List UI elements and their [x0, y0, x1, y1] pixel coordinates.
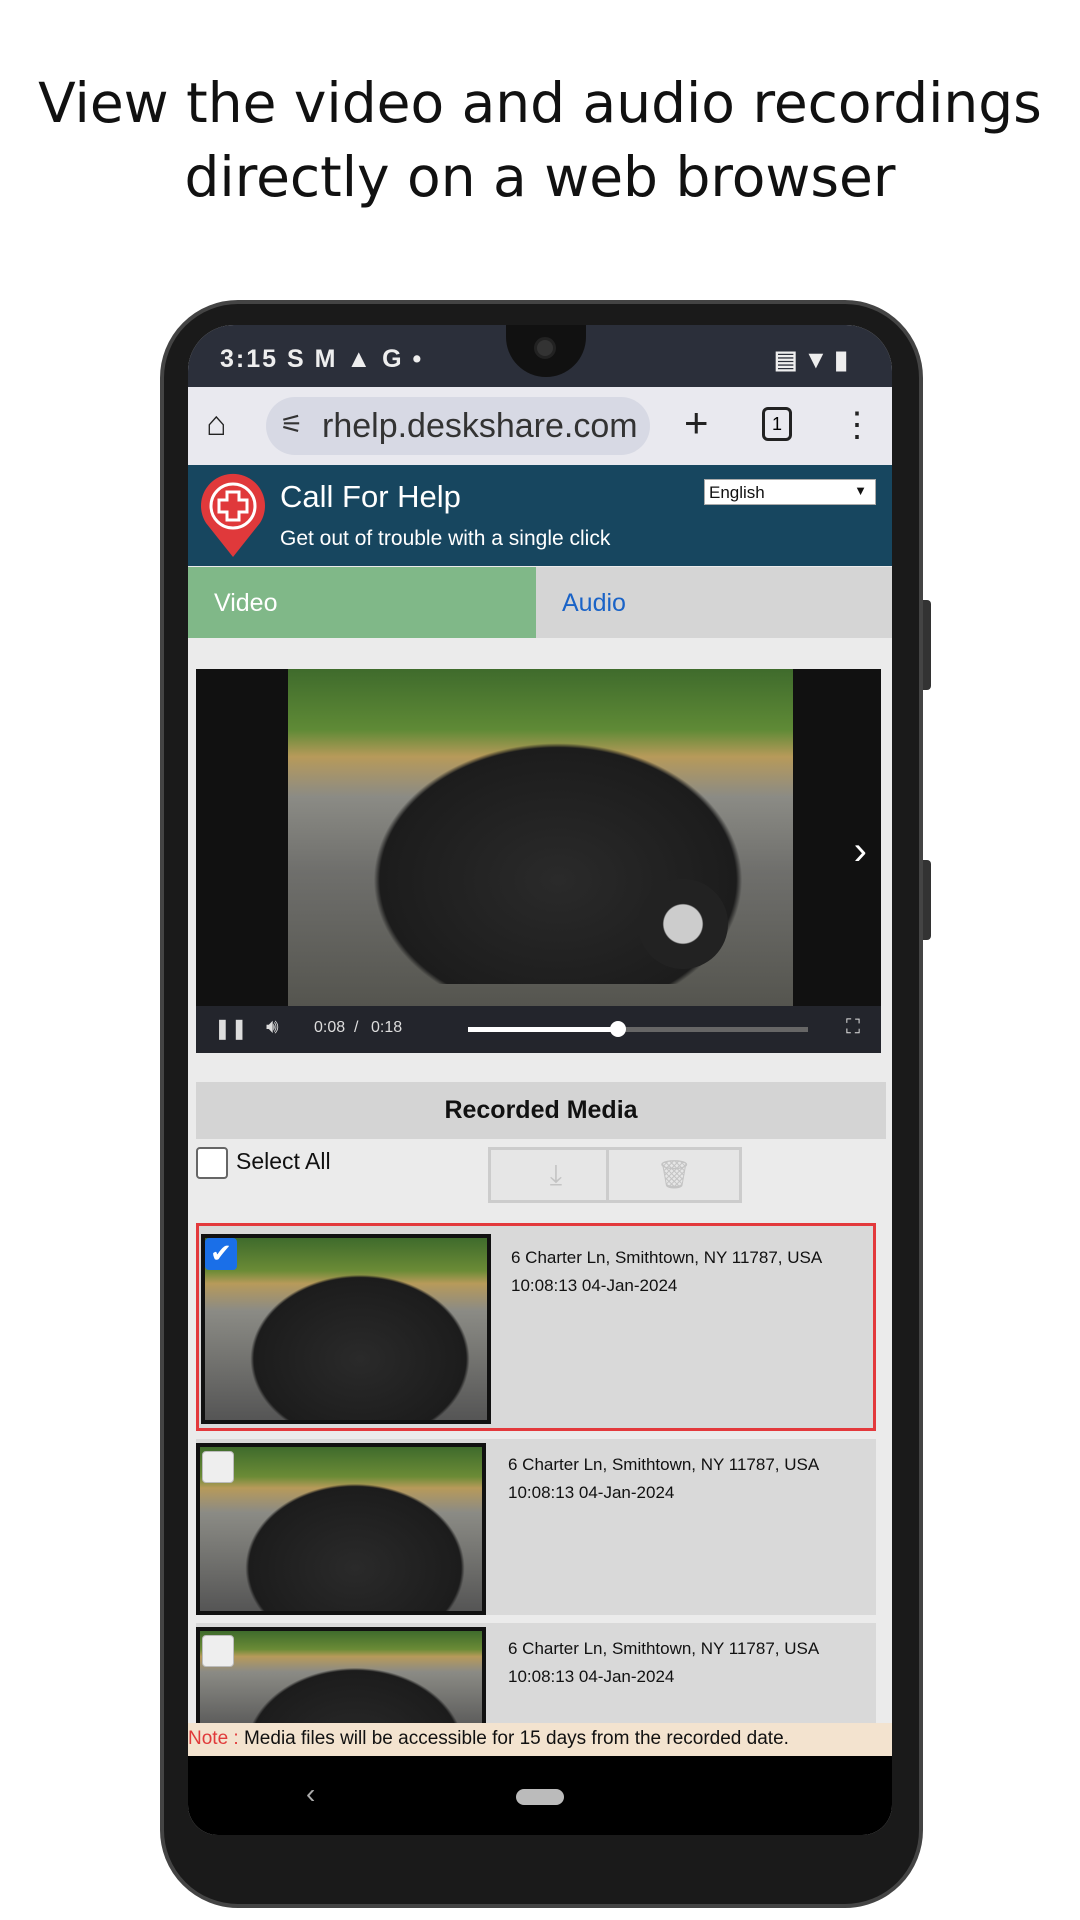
- fullscreen-icon[interactable]: ⛶: [846, 1016, 860, 1039]
- home-icon[interactable]: ⌂: [206, 405, 227, 444]
- media-thumbnail[interactable]: [196, 1627, 486, 1737]
- site-subtitle: Get out of trouble with a single click: [280, 527, 611, 550]
- car-image: [235, 1263, 485, 1420]
- language-value: English: [709, 483, 765, 502]
- media-tabs: Video Audio: [188, 567, 892, 638]
- item-checkbox[interactable]: [202, 1635, 234, 1667]
- select-all-checkbox[interactable]: Select All: [196, 1147, 331, 1179]
- more-menu-icon[interactable]: ⋮: [840, 405, 874, 445]
- note-label: Note :: [188, 1728, 239, 1749]
- media-thumbnail[interactable]: [196, 1443, 486, 1615]
- note-text: Media files will be accessible for 15 da…: [238, 1728, 789, 1749]
- system-icons: ▤▼▮: [773, 346, 854, 374]
- delete-button[interactable]: 🗑︎: [606, 1147, 742, 1203]
- video-frame: [288, 669, 793, 1006]
- video-player[interactable]: › ❚❚ 🔊︎ 0:08 / 0:18 ⛶: [196, 669, 881, 1053]
- phone-screen: 3:15 S M ▲ G • ▤▼▮ ⌂ ⚟ rhelp.deskshare.c…: [188, 325, 892, 1835]
- logo-icon: [201, 473, 265, 557]
- item-checkbox[interactable]: [202, 1451, 234, 1483]
- status-time: 3:15: [220, 345, 279, 373]
- tab-switcher-button[interactable]: 1: [762, 407, 792, 441]
- current-time: 0:08: [314, 1019, 346, 1036]
- item-time: 10:08:13 04-Jan-2024: [508, 1667, 675, 1686]
- item-address: 6 Charter Ln, Smithtown, NY 11787, USA: [511, 1248, 823, 1267]
- trash-icon: 🗑︎: [656, 1159, 692, 1190]
- duration: 0:18: [371, 1019, 403, 1036]
- tab-audio[interactable]: Audio: [536, 567, 892, 638]
- next-arrow-icon[interactable]: ›: [854, 829, 867, 874]
- media-thumbnail[interactable]: [201, 1234, 491, 1424]
- headline: View the video and audio recordings dire…: [0, 66, 1080, 214]
- volume-icon[interactable]: 🔊︎: [266, 1016, 279, 1039]
- checkbox[interactable]: [196, 1147, 228, 1179]
- time-separator: /: [354, 1019, 359, 1036]
- tab-video[interactable]: Video: [188, 567, 536, 638]
- progress-fill: [468, 1027, 618, 1032]
- new-tab-icon[interactable]: +: [684, 399, 709, 447]
- media-item[interactable]: ✔ 6 Charter Ln, Smithtown, NY 11787, USA…: [196, 1223, 876, 1431]
- dropdown-arrow-icon: ▼: [854, 483, 867, 498]
- site-header: Call For Help Get out of trouble with a …: [188, 465, 892, 566]
- notification-icons: S M ▲ G •: [287, 345, 424, 373]
- url-text: rhelp.deskshare.com: [322, 407, 638, 445]
- home-pill[interactable]: [516, 1789, 564, 1805]
- select-all-label: Select All: [236, 1148, 331, 1175]
- headline-line2: directly on a web browser: [184, 145, 896, 209]
- item-address: 6 Charter Ln, Smithtown, NY 11787, USA: [508, 1639, 820, 1658]
- wheel: [638, 879, 728, 969]
- video-controls: ❚❚ 🔊︎ 0:08 / 0:18 ⛶: [196, 1006, 881, 1053]
- recorded-media-header: Recorded Media: [196, 1082, 886, 1139]
- browser-toolbar: ⌂ ⚟ rhelp.deskshare.com + 1 ⋮: [188, 387, 892, 465]
- item-address: 6 Charter Ln, Smithtown, NY 11787, USA: [508, 1455, 820, 1474]
- volume-button: [923, 600, 931, 690]
- media-item[interactable]: 6 Charter Ln, Smithtown, NY 11787, USA 10…: [196, 1439, 876, 1615]
- download-icon: ⤓: [549, 1159, 563, 1190]
- address-bar[interactable]: ⚟ rhelp.deskshare.com: [266, 397, 650, 455]
- item-time: 10:08:13 04-Jan-2024: [511, 1276, 678, 1295]
- download-button[interactable]: ⤓: [488, 1147, 624, 1203]
- pause-icon[interactable]: ❚❚: [214, 1016, 248, 1041]
- site-title: Call For Help: [280, 479, 461, 514]
- progress-thumb[interactable]: [609, 1021, 626, 1037]
- media-item[interactable]: 6 Charter Ln, Smithtown, NY 11787, USA 10…: [196, 1623, 876, 1737]
- item-time: 10:08:13 04-Jan-2024: [508, 1483, 675, 1502]
- retention-note: Note : Media files will be accessible fo…: [188, 1723, 892, 1756]
- language-select[interactable]: English ▼: [704, 479, 876, 505]
- headline-line1: View the video and audio recordings: [38, 71, 1042, 135]
- power-button: [923, 860, 931, 940]
- navigation-bar: ‹: [188, 1756, 892, 1835]
- camera-icon: [534, 337, 556, 359]
- car-image: [230, 1472, 480, 1611]
- site-settings-icon[interactable]: ⚟: [280, 409, 303, 440]
- progress-slider[interactable]: [468, 1021, 808, 1037]
- item-checkbox[interactable]: ✔: [205, 1238, 237, 1270]
- back-icon[interactable]: ‹: [306, 1778, 315, 1810]
